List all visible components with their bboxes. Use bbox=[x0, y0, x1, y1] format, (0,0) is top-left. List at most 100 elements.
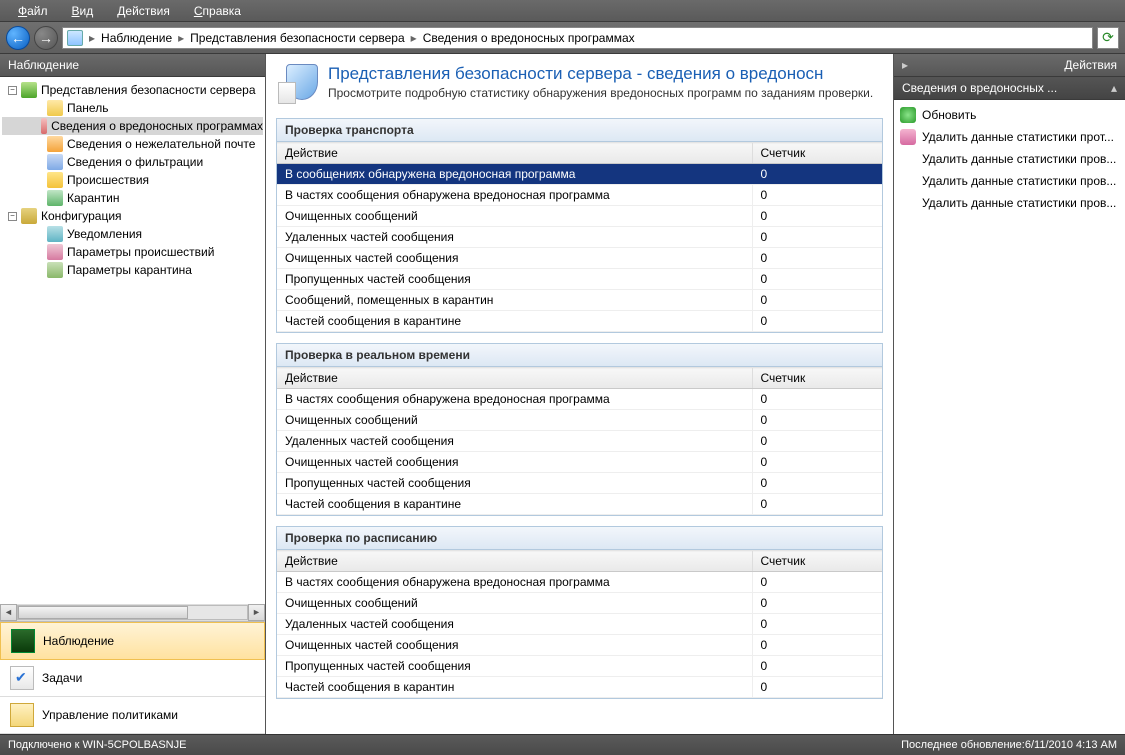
menu-actions[interactable]: Действия bbox=[107, 2, 180, 20]
action-item[interactable]: Удалить данные статистики пров... bbox=[896, 148, 1123, 170]
cell-counter: 0 bbox=[752, 635, 882, 656]
action-item[interactable]: Удалить данные статистики пров... bbox=[896, 170, 1123, 192]
tree-node-incident-params[interactable]: Параметры происшествий bbox=[2, 243, 263, 261]
tree-node-malware-details[interactable]: Сведения о вредоносных программах bbox=[2, 117, 263, 135]
eraser-icon bbox=[900, 129, 916, 145]
table-row[interactable]: Очищенных сообщений0 bbox=[277, 593, 882, 614]
tree-node-filter-details[interactable]: Сведения о фильтрации bbox=[2, 153, 263, 171]
table-row[interactable]: В частях сообщения обнаружена вредоносна… bbox=[277, 389, 882, 410]
table-row[interactable]: В сообщениях обнаружена вредоносная прог… bbox=[277, 164, 882, 185]
table-row[interactable]: Частей сообщения в карантине0 bbox=[277, 494, 882, 515]
content-header: Представления безопасности сервера - све… bbox=[266, 54, 893, 112]
table-row[interactable]: Очищенных сообщений0 bbox=[277, 206, 882, 227]
action-label: Удалить данные статистики пров... bbox=[922, 152, 1116, 166]
cell-action: Удаленных частей сообщения bbox=[277, 227, 752, 248]
menu-help[interactable]: Справка bbox=[184, 2, 251, 20]
page-subtitle: Просмотрите подробную статистику обнаруж… bbox=[328, 86, 873, 100]
table-row[interactable]: Удаленных частей сообщения0 bbox=[277, 614, 882, 635]
table-row[interactable]: Очищенных частей сообщения0 bbox=[277, 452, 882, 473]
table-row[interactable]: Пропущенных частей сообщения0 bbox=[277, 656, 882, 677]
tree-node-panel[interactable]: Панель bbox=[2, 99, 263, 117]
menu-bar: ФФайлайл Вид Действия Справка bbox=[0, 0, 1125, 22]
home-icon[interactable] bbox=[67, 30, 83, 46]
action-item[interactable]: Удалить данные статистики прот... bbox=[896, 126, 1123, 148]
tree-node-notifications[interactable]: Уведомления bbox=[2, 225, 263, 243]
action-item[interactable]: Удалить данные статистики пров... bbox=[896, 192, 1123, 214]
breadcrumb-root[interactable]: Наблюдение bbox=[101, 31, 172, 45]
stats-section: Проверка транспортаДействиеСчетчикВ сооб… bbox=[276, 118, 883, 333]
action-label: Удалить данные статистики прот... bbox=[922, 130, 1114, 144]
shield-document-icon bbox=[278, 64, 318, 104]
table-row[interactable]: Сообщений, помещенных в карантин0 bbox=[277, 290, 882, 311]
menu-file[interactable]: ФФайлайл bbox=[8, 2, 58, 20]
cell-counter: 0 bbox=[752, 572, 882, 593]
status-last-update: Последнее обновление:6/11/2010 4:13 AM bbox=[901, 739, 1117, 751]
table-row[interactable]: Пропущенных частей сообщения0 bbox=[277, 473, 882, 494]
nav-tasks-button[interactable]: Задачи bbox=[0, 660, 265, 697]
action-item[interactable]: Обновить bbox=[896, 104, 1123, 126]
bell-icon bbox=[47, 226, 63, 242]
nav-forward-button: → bbox=[34, 26, 58, 50]
tree-node-incidents[interactable]: Происшествия bbox=[2, 171, 263, 189]
table-row[interactable]: Очищенных сообщений0 bbox=[277, 410, 882, 431]
tree-node-quarantine[interactable]: Карантин bbox=[2, 189, 263, 207]
scroll-left-arrow[interactable]: ◄ bbox=[0, 604, 17, 621]
warning-icon bbox=[47, 172, 63, 188]
chevron-up-icon[interactable]: ▴ bbox=[1111, 81, 1117, 95]
tree-node-spam-details[interactable]: Сведения о нежелательной почте bbox=[2, 135, 263, 153]
cell-action: Частей сообщения в карантине bbox=[277, 494, 752, 515]
sidebar-title: Наблюдение bbox=[0, 54, 265, 77]
cell-action: Очищенных сообщений bbox=[277, 593, 752, 614]
column-header-action[interactable]: Действие bbox=[277, 368, 752, 389]
breadcrumb-item[interactable]: Представления безопасности сервера bbox=[190, 31, 405, 45]
collapse-icon[interactable]: − bbox=[8, 86, 17, 95]
quarantine-icon bbox=[47, 190, 63, 206]
breadcrumb-item[interactable]: Сведения о вредоносных программах bbox=[423, 31, 635, 45]
table-row[interactable]: Очищенных частей сообщения0 bbox=[277, 635, 882, 656]
cell-counter: 0 bbox=[752, 269, 882, 290]
nav-tree[interactable]: −Представления безопасности сервера Пане… bbox=[0, 77, 265, 604]
action-label: Обновить bbox=[922, 108, 976, 122]
column-header-counter[interactable]: Счетчик bbox=[752, 368, 882, 389]
nav-back-button[interactable]: ← bbox=[6, 26, 30, 50]
refresh-button[interactable]: ⟳ bbox=[1097, 27, 1119, 49]
tree-node-configuration[interactable]: −Конфигурация bbox=[2, 207, 263, 225]
table-row[interactable]: Пропущенных частей сообщения0 bbox=[277, 269, 882, 290]
table-row[interactable]: В частях сообщения обнаружена вредоносна… bbox=[277, 185, 882, 206]
stats-table: ДействиеСчетчикВ сообщениях обнаружена в… bbox=[277, 142, 882, 332]
chevron-right-icon: ▸ bbox=[411, 31, 417, 45]
table-row[interactable]: Частей сообщения в карантине0 bbox=[277, 311, 882, 332]
breadcrumb[interactable]: ▸ Наблюдение ▸ Представления безопасност… bbox=[62, 27, 1093, 49]
table-row[interactable]: Удаленных частей сообщения0 bbox=[277, 431, 882, 452]
column-header-action[interactable]: Действие bbox=[277, 143, 752, 164]
actions-title: ▸ Действия bbox=[894, 54, 1125, 77]
tree-node-quarantine-params[interactable]: Параметры карантина bbox=[2, 261, 263, 279]
column-header-action[interactable]: Действие bbox=[277, 551, 752, 572]
page-title: Представления безопасности сервера - све… bbox=[328, 64, 873, 84]
scroll-right-arrow[interactable]: ► bbox=[248, 604, 265, 621]
chevron-right-icon: ▸ bbox=[89, 31, 95, 45]
section-title: Проверка в реальном времени bbox=[277, 344, 882, 367]
content-scroll[interactable]: Представления безопасности сервера - све… bbox=[266, 54, 893, 734]
cell-counter: 0 bbox=[752, 614, 882, 635]
shield-icon bbox=[21, 82, 37, 98]
horizontal-scrollbar[interactable]: ◄ ► bbox=[0, 604, 265, 621]
table-row[interactable]: Удаленных частей сообщения0 bbox=[277, 227, 882, 248]
cell-counter: 0 bbox=[752, 473, 882, 494]
column-header-counter[interactable]: Счетчик bbox=[752, 143, 882, 164]
tree-node-security-views[interactable]: −Представления безопасности сервера bbox=[2, 81, 263, 99]
cell-action: Удаленных частей сообщения bbox=[277, 614, 752, 635]
nav-monitoring-button[interactable]: Наблюдение bbox=[0, 622, 265, 660]
table-row[interactable]: В частях сообщения обнаружена вредоносна… bbox=[277, 572, 882, 593]
nav-policies-button[interactable]: Управление политиками bbox=[0, 697, 265, 734]
menu-view[interactable]: Вид bbox=[62, 2, 104, 20]
scroll-thumb[interactable] bbox=[18, 606, 188, 619]
column-header-counter[interactable]: Счетчик bbox=[752, 551, 882, 572]
cell-action: Очищенных частей сообщения bbox=[277, 635, 752, 656]
action-label: Удалить данные статистики пров... bbox=[922, 174, 1116, 188]
stats-table: ДействиеСчетчикВ частях сообщения обнару… bbox=[277, 367, 882, 515]
table-row[interactable]: Частей сообщения в карантин0 bbox=[277, 677, 882, 698]
table-row[interactable]: Очищенных частей сообщения0 bbox=[277, 248, 882, 269]
collapse-icon[interactable]: − bbox=[8, 212, 17, 221]
action-label: Удалить данные статистики пров... bbox=[922, 196, 1116, 210]
